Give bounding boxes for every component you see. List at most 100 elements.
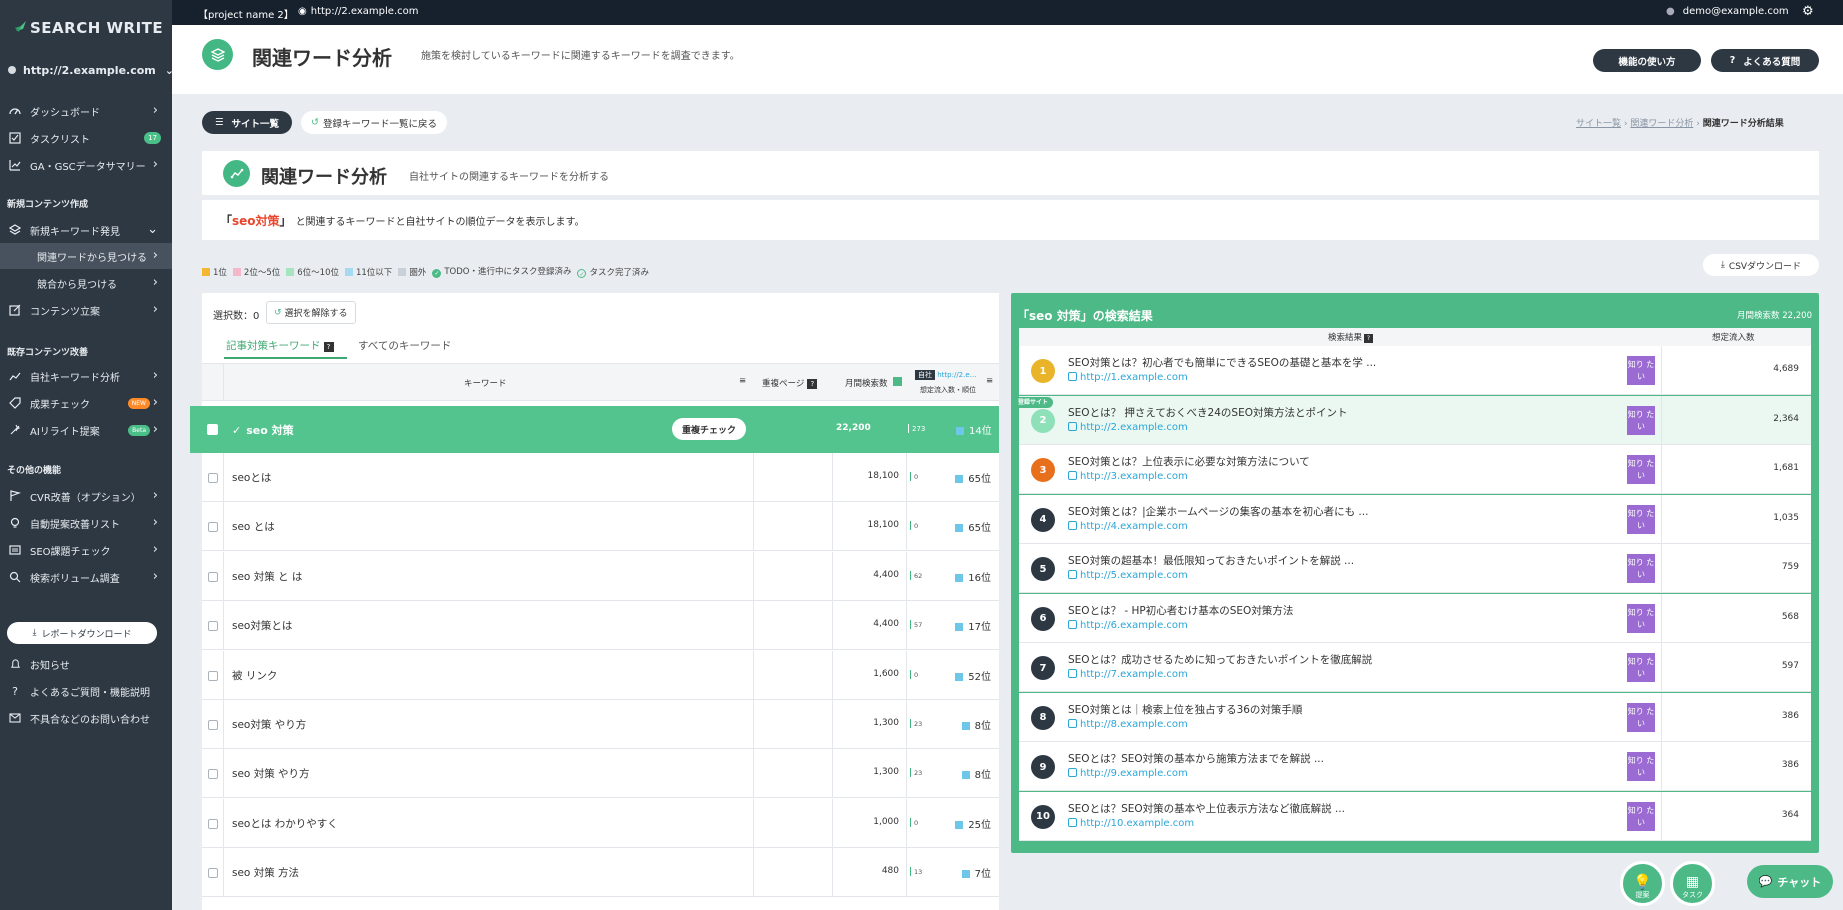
col-sort-icon[interactable]: ≡ (739, 376, 746, 386)
result-link[interactable]: http://8.example.com (1068, 718, 1188, 730)
result-title[interactable]: SEOとは？成功させるために知っておきたいポイントを徹底解説 (1068, 652, 1372, 667)
tab-all-keywords[interactable]: すべてのキーワード (358, 338, 451, 353)
result-link[interactable]: http://3.example.com (1068, 471, 1188, 482)
result-link[interactable]: http://5.example.com (1068, 570, 1188, 581)
row-checkbox[interactable] (208, 720, 218, 730)
sidebar-item-related-words[interactable]: 関連ワードから見つける › (0, 243, 172, 269)
chat-button[interactable]: 💬 チャット (1747, 865, 1833, 898)
keyword-text[interactable]: seoとは わかりやすく (232, 816, 338, 831)
col-volume[interactable]: 月間検索数 (845, 377, 902, 389)
result-link[interactable]: http://4.example.com (1068, 520, 1188, 532)
project-name[interactable]: 【project name 2】 (198, 6, 294, 21)
result-row[interactable]: 9 SEOとは？SEO対策の基本から施策方法までを解説 ... http://9.e… (1019, 742, 1811, 791)
report-download-button[interactable]: ⤓ レポートダウンロード (7, 622, 157, 644)
result-link[interactable]: http://2.example.com (1068, 421, 1188, 433)
sidebar-item-ga-gsc[interactable]: GA・GSCデータサマリー › (0, 152, 172, 178)
sidebar-item-faq[interactable]: ? よくあるご質問・機能説明 (0, 678, 172, 704)
breadcrumb-site-list[interactable]: サイト一覧 (1576, 119, 1621, 129)
keyword-text[interactable]: seo 対策 と は (232, 569, 302, 584)
keyword-text[interactable]: seo とは (232, 519, 275, 534)
sidebar-item-dashboard[interactable]: ダッシュボード › (0, 98, 172, 124)
result-title[interactable]: SEOとは？ - HP初心者むけ基本のSEO対策方法 (1068, 603, 1293, 618)
result-row[interactable]: 4 SEO対策とは？|企業ホームページの集客の基本を初心者にも ... http:/… (1019, 494, 1811, 544)
table-row[interactable]: seo とは 18,100 0 65位 (202, 502, 999, 552)
result-link[interactable]: http://7.example.com (1068, 669, 1188, 680)
result-row[interactable]: 5 SEO対策の超基本！最低限知っておきたいポイントを解説 ... http://5… (1019, 544, 1811, 593)
csv-download-button[interactable]: ⤓ CSVダウンロード (1703, 254, 1819, 276)
howto-button[interactable]: 機能の使い方 (1593, 49, 1701, 72)
sidebar-item-content-plan[interactable]: コンテンツ立案 › (0, 297, 172, 323)
sidebar-item-volume[interactable]: 検索ボリューム調査 › (0, 564, 172, 590)
result-link[interactable]: http://9.example.com (1068, 768, 1188, 779)
result-link[interactable]: http://6.example.com (1068, 619, 1188, 631)
col-sort-icon[interactable]: ≡ (986, 376, 993, 386)
result-title[interactable]: SEO対策とは｜検索上位を独占する36の対策手順 (1068, 702, 1302, 717)
sidebar-item-contact[interactable]: 不具合などのお問い合わせ (0, 705, 172, 731)
sidebar-item-auto-list[interactable]: 自動提案改善リスト › (0, 510, 172, 536)
table-row[interactable]: seo 対策 と は 4,400 62 16位 (202, 551, 999, 601)
faq-button[interactable]: ? よくある質問 (1711, 49, 1819, 72)
table-row[interactable]: seo 対策 やり方 1,300 23 8位 (202, 749, 999, 799)
row-checkbox[interactable] (208, 818, 218, 829)
row-checkbox[interactable] (208, 868, 218, 879)
sidebar-item-seo-check[interactable]: SEO課題チェック › (0, 537, 172, 563)
sidebar-item-ai-rewrite[interactable]: AIリライト提案 Beta › (0, 417, 172, 443)
result-title[interactable]: SEOとは？SEO対策の基本から施策方法までを解説 ... (1068, 751, 1324, 766)
result-title[interactable]: SEOとは？SEO対策の基本や上位表示方法など徹底解説 ... (1068, 801, 1345, 816)
row-checkbox[interactable] (207, 424, 218, 435)
sidebar-item-new-keyword[interactable]: 新規キーワード発見 ⌄ (0, 217, 172, 243)
clear-selection-button[interactable]: ↺ 選択を解除する (266, 301, 356, 324)
table-row[interactable]: seoとは 18,100 0 65位 (202, 453, 999, 502)
duplicate-check-button[interactable]: 重複チェック (672, 418, 746, 440)
sidebar-item-tasklist[interactable]: タスクリスト 17 (0, 125, 172, 151)
result-title[interactable]: SEO対策の超基本！最低限知っておきたいポイントを解説 ... (1068, 553, 1354, 568)
result-row[interactable]: 6 SEOとは？ - HP初心者むけ基本のSEO対策方法 http://6.exam… (1019, 593, 1811, 643)
row-checkbox[interactable] (208, 571, 218, 582)
back-to-keywords-button[interactable]: ↺ 登録キーワード一覧に戻る (301, 111, 447, 134)
result-row[interactable]: 8 SEO対策とは｜検索上位を独占する36の対策手順 http://8.exampl… (1019, 692, 1811, 742)
sidebar-item-notice[interactable]: お知らせ (0, 651, 172, 677)
app-logo[interactable]: SEARCH WRITE (14, 19, 163, 37)
table-row[interactable]: seo 対策 方法 480 13 7位 (202, 848, 999, 898)
row-checkbox[interactable] (208, 670, 218, 681)
site-selector[interactable]: http://2.example.com ⌄ (8, 64, 174, 77)
result-row[interactable]: 10 SEOとは？SEO対策の基本や上位表示方法など徹底解説 ... http://… (1019, 791, 1811, 841)
sidebar-item-cvr[interactable]: CVR改善（オプション） › (0, 483, 172, 509)
result-title[interactable]: SEO対策とは？上位表示に必要な対策方法について (1068, 454, 1310, 469)
result-row[interactable]: 7 SEOとは？成功させるために知っておきたいポイントを徹底解説 http://7.… (1019, 643, 1811, 692)
result-link[interactable]: http://1.example.com (1068, 372, 1188, 383)
gear-icon[interactable]: ⚙ (1802, 4, 1814, 19)
table-row[interactable]: seoとは わかりやすく 1,000 0 25位 (202, 798, 999, 848)
proposal-button[interactable]: 💡 提案 (1620, 861, 1665, 906)
table-row[interactable]: seo対策とは 4,400 57 17位 (202, 601, 999, 651)
keyword-text[interactable]: seo 対策 やり方 (232, 766, 310, 781)
top-site-url[interactable]: ◉ http://2.example.com (298, 6, 419, 17)
result-title[interactable]: SEO対策とは？初心者でも簡単にできるSEOの基礎と基本を学 ... (1068, 355, 1376, 370)
breadcrumb-related[interactable]: 関連ワード分析 (1630, 119, 1693, 129)
keyword-text[interactable]: seo対策 やり方 (232, 717, 306, 732)
selected-keyword-row[interactable]: ✓ seo 対策 重複チェック 22,200 273 14位 (190, 406, 999, 453)
sidebar-item-competitor[interactable]: 競合から見つける › (0, 270, 172, 296)
row-checkbox[interactable] (208, 769, 218, 780)
sidebar-item-own-keyword[interactable]: 自社キーワード分析 › (0, 363, 172, 389)
task-button[interactable]: ▦ タスク (1670, 861, 1715, 906)
user-menu[interactable]: ● demo@example.com (1666, 6, 1789, 17)
table-row[interactable]: seo対策 やり方 1,300 23 8位 (202, 700, 999, 749)
result-title[interactable]: SEOとは？ 押さえておくべき24のSEO対策方法とポイント (1068, 405, 1348, 420)
result-link[interactable]: http://10.example.com (1068, 817, 1194, 829)
tab-article-keywords[interactable]: 記事対策キーワード? (226, 338, 334, 353)
row-checkbox[interactable] (208, 473, 218, 483)
keyword-text[interactable]: seo 対策 方法 (232, 865, 299, 880)
result-row[interactable]: 2 SEOとは？ 押さえておくべき24のSEO対策方法とポイント http://2.… (1019, 395, 1811, 445)
keyword-text[interactable]: seo対策とは (232, 618, 292, 633)
result-row[interactable]: 1 SEO対策とは？初心者でも簡単にできるSEOの基礎と基本を学 ... http:… (1019, 346, 1811, 395)
keyword-text[interactable]: seoとは (232, 470, 271, 485)
result-title[interactable]: SEO対策とは？|企業ホームページの集客の基本を初心者にも ... (1068, 504, 1368, 519)
sidebar-item-result-check[interactable]: 成果チェック NEW › (0, 390, 172, 416)
row-checkbox[interactable] (208, 621, 218, 632)
keyword-text[interactable]: 被 リンク (232, 668, 277, 683)
site-list-button[interactable]: ☰ サイト一覧 (202, 111, 292, 134)
table-row[interactable]: 被 リンク 1,600 0 52位 (202, 650, 999, 700)
result-row[interactable]: 3 SEO対策とは？上位表示に必要な対策方法について http://3.exampl… (1019, 445, 1811, 494)
row-checkbox[interactable] (208, 522, 218, 533)
